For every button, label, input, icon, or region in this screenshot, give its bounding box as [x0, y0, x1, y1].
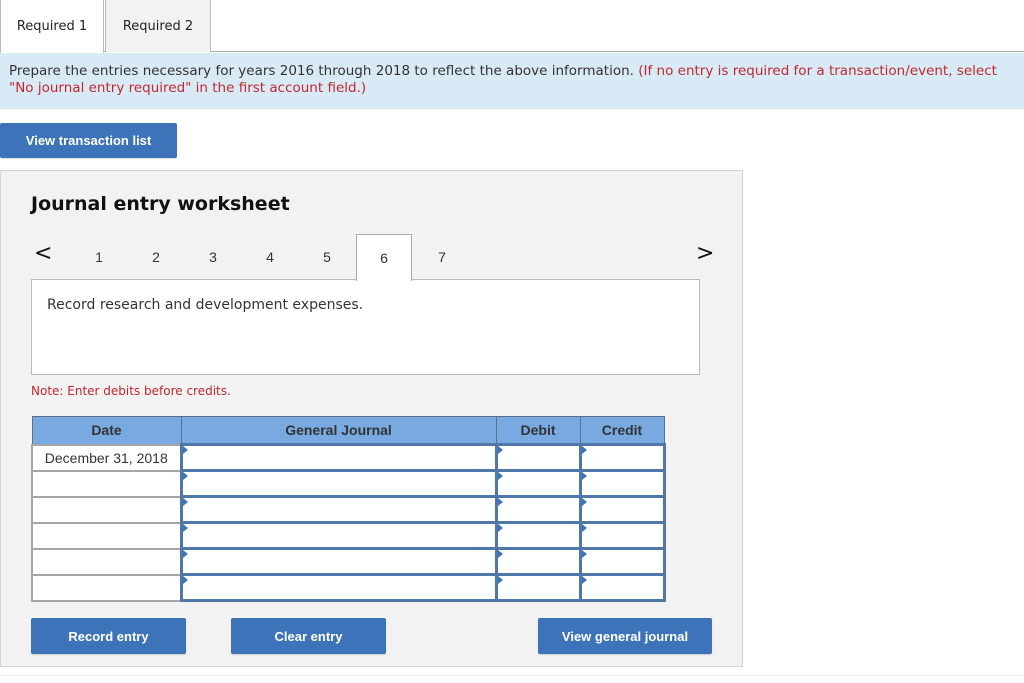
page-tab-7[interactable]: 7 — [414, 234, 470, 280]
requirement-tabs: Required 1 Required 2 — [0, 0, 1024, 53]
date-cell[interactable] — [31, 547, 182, 576]
header-general-journal: General Journal — [180, 416, 497, 445]
account-field[interactable] — [179, 521, 498, 550]
debit-field[interactable] — [494, 495, 582, 524]
tab-required-2[interactable]: Required 2 — [105, 0, 211, 52]
page-tab-3[interactable]: 3 — [185, 234, 241, 280]
instructions-banner: Prepare the entries necessary for years … — [0, 53, 1024, 109]
chevron-right-icon[interactable]: > — [696, 241, 714, 266]
account-field[interactable] — [179, 547, 498, 576]
journal-entry-worksheet: Journal entry worksheet < 1 2 3 4 5 6 7 … — [0, 170, 743, 667]
credit-field[interactable] — [578, 469, 666, 498]
header-credit: Credit — [579, 416, 665, 445]
table-header-row: Date General Journal Debit Credit — [31, 416, 665, 445]
date-cell[interactable] — [31, 573, 182, 602]
debit-credit-note: Note: Enter debits before credits. — [31, 384, 231, 398]
journal-table: Date General Journal Debit Credit Decemb… — [31, 416, 666, 602]
credit-field[interactable] — [578, 495, 666, 524]
header-date: Date — [31, 416, 182, 445]
description-text: Record research and development expenses… — [47, 297, 364, 313]
view-general-journal-button[interactable]: View general journal — [538, 618, 712, 654]
transaction-description: Record research and development expenses… — [31, 279, 700, 375]
date-cell[interactable] — [31, 469, 182, 498]
credit-field[interactable] — [578, 443, 666, 472]
table-row — [31, 521, 666, 550]
clear-entry-button[interactable]: Clear entry — [231, 618, 386, 654]
credit-field[interactable] — [578, 521, 666, 550]
debit-field[interactable] — [494, 547, 582, 576]
worksheet-title: Journal entry worksheet — [31, 193, 290, 215]
page-tab-6[interactable]: 6 — [356, 234, 412, 281]
page-tab-4[interactable]: 4 — [242, 234, 298, 280]
table-row — [31, 547, 666, 576]
credit-field[interactable] — [578, 547, 666, 576]
account-field[interactable] — [179, 495, 498, 524]
date-cell[interactable] — [31, 521, 182, 550]
date-cell[interactable] — [31, 495, 182, 524]
chevron-left-icon[interactable]: < — [34, 241, 52, 266]
account-field[interactable] — [179, 469, 498, 498]
page-tab-1[interactable]: 1 — [71, 234, 127, 280]
page-tab-2[interactable]: 2 — [128, 234, 184, 280]
header-debit: Debit — [495, 416, 581, 445]
divider — [0, 675, 1024, 676]
debit-field[interactable] — [494, 573, 582, 602]
table-row — [31, 469, 666, 498]
debit-field[interactable] — [494, 521, 582, 550]
table-row — [31, 495, 666, 524]
account-field[interactable] — [179, 443, 498, 472]
tab-required-1[interactable]: Required 1 — [0, 0, 104, 53]
table-row — [31, 573, 666, 602]
view-transaction-list-button[interactable]: View transaction list — [0, 123, 177, 158]
table-row: December 31, 2018 — [31, 443, 666, 472]
credit-field[interactable] — [578, 573, 666, 602]
page-tab-5[interactable]: 5 — [299, 234, 355, 280]
account-field[interactable] — [179, 573, 498, 602]
record-entry-button[interactable]: Record entry — [31, 618, 186, 654]
instructions-text: Prepare the entries necessary for years … — [9, 63, 634, 79]
date-cell[interactable]: December 31, 2018 — [31, 443, 182, 472]
debit-field[interactable] — [494, 469, 582, 498]
debit-field[interactable] — [494, 443, 582, 472]
